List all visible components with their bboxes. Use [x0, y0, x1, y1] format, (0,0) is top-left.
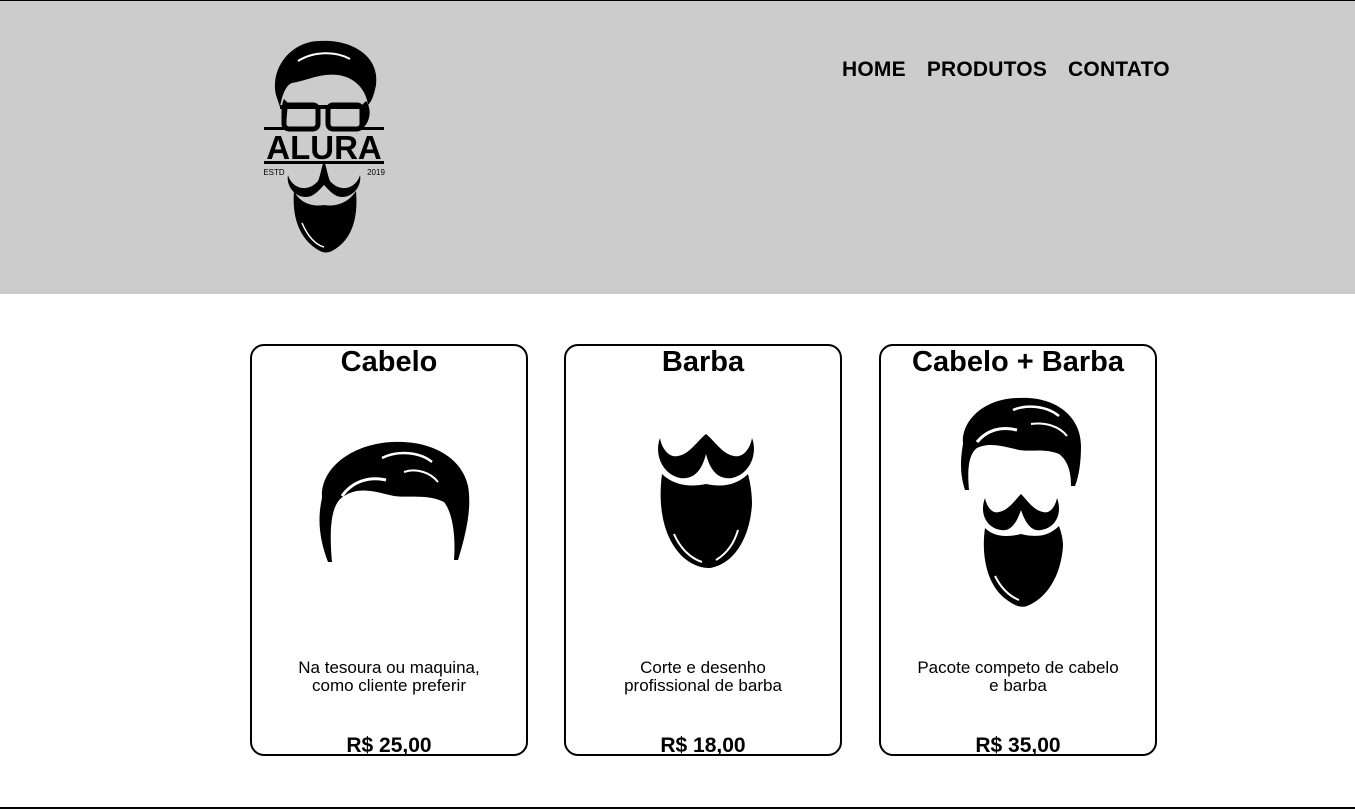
bearded-man-logo-icon: ALURA ESTD 2019	[263, 40, 385, 253]
product-image	[654, 434, 758, 570]
site-header: ALURA ESTD 2019 HOME PRODUTOS CONTATO	[0, 1, 1355, 294]
beard-icon	[658, 434, 754, 568]
hair-icon	[319, 441, 470, 562]
product-card-cabelo[interactable]: Cabelo Na tesoura ou maquina, como clien…	[250, 344, 528, 757]
alura-logo[interactable]: ALURA ESTD 2019	[258, 37, 390, 257]
product-image	[959, 396, 1083, 608]
logo-brand-text: ALURA	[266, 129, 381, 166]
product-description: Corte e desenho profissional de barba	[624, 658, 782, 695]
nav-produtos-link[interactable]: PRODUTOS	[927, 58, 1047, 82]
main-nav: HOME PRODUTOS CONTATO	[842, 58, 1170, 82]
product-description: Pacote competo de cabelo e barba	[917, 658, 1119, 695]
product-description: Na tesoura ou maquina, como cliente pref…	[298, 658, 480, 695]
logo-year-text: 2019	[367, 168, 385, 177]
product-card-cabelo-barba[interactable]: Cabelo + Barba Pacote competo de cabelo …	[879, 344, 1157, 757]
product-title: Cabelo + Barba	[912, 346, 1124, 378]
product-price: R$ 18,00	[660, 734, 746, 757]
bottom-border	[0, 807, 1355, 809]
product-image	[312, 438, 474, 564]
product-card-barba[interactable]: Barba Corte e desenho profissional de ba…	[564, 344, 842, 757]
product-title: Barba	[661, 346, 745, 378]
logo-estd-text: ESTD	[263, 168, 285, 177]
hair-and-beard-icon	[961, 397, 1081, 607]
nav-home-link[interactable]: HOME	[842, 58, 906, 82]
product-price: R$ 25,00	[346, 734, 432, 757]
product-price: R$ 35,00	[975, 734, 1061, 757]
nav-contato-link[interactable]: CONTATO	[1068, 58, 1170, 82]
product-title: Cabelo	[340, 346, 438, 378]
